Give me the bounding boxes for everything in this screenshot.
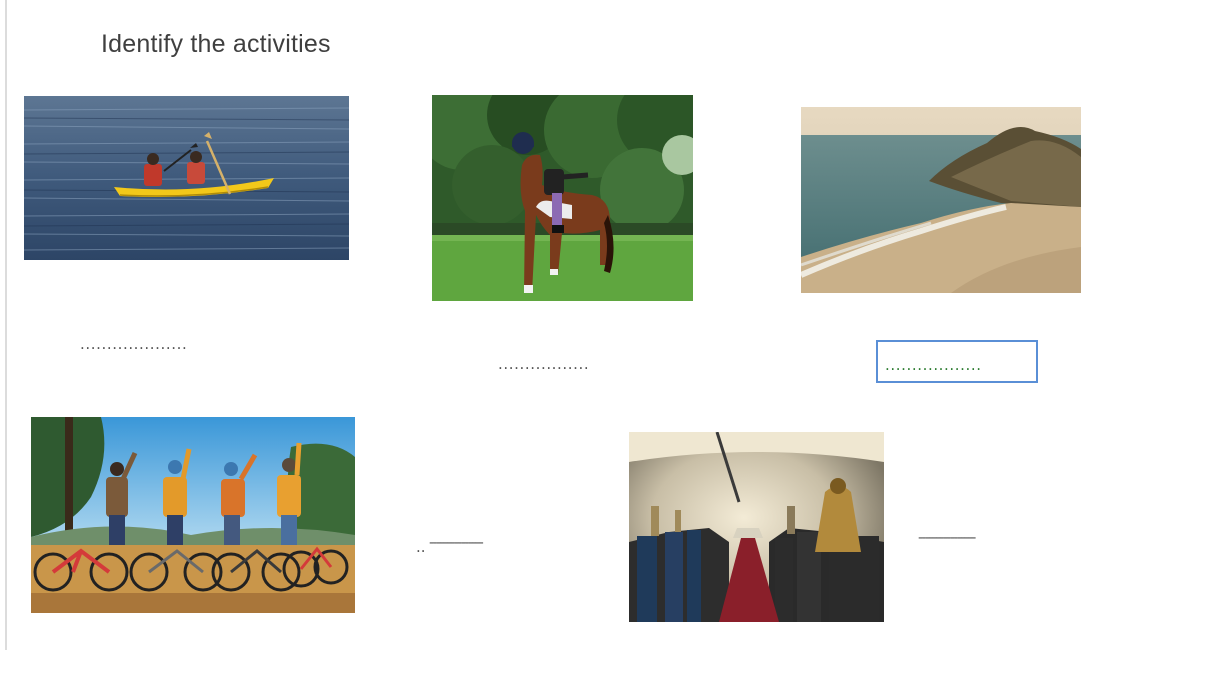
page-left-border — [5, 0, 7, 650]
answer-prefix-cycling: .. — [416, 538, 426, 556]
kayaking-photo — [24, 96, 349, 260]
cycling-photo — [31, 417, 355, 613]
worksheet-title: Identify the activities — [101, 30, 331, 58]
answer-line-cycling[interactable]: --------------- — [429, 535, 484, 551]
answer-line-kayaking[interactable]: .................... — [80, 335, 187, 353]
worksheet-page: Identify the activities ................… — [0, 0, 1217, 677]
answer-line-beach[interactable]: .................. — [885, 356, 1036, 374]
horse-riding-photo — [432, 95, 693, 301]
museum-photo — [629, 432, 884, 622]
answer-line-horse-riding[interactable]: ................. — [498, 355, 589, 373]
beach-photo — [801, 107, 1081, 293]
answer-box-beach-selected[interactable]: .................. — [876, 340, 1038, 383]
answer-line-museum[interactable]: ---------------- — [918, 530, 976, 546]
